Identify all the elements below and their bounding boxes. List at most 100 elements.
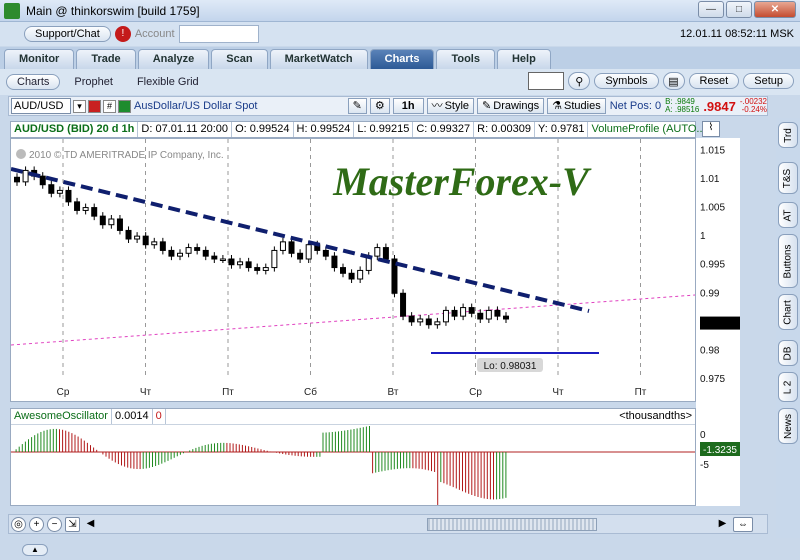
- link-icon[interactable]: ⚲: [568, 72, 591, 90]
- support-chat-button[interactable]: Support/Chat: [24, 26, 111, 42]
- sidebar-tab-label: Trd: [782, 127, 794, 143]
- studies-label: Studies: [564, 100, 601, 112]
- candle-body: [202, 249, 209, 257]
- ask-price: A: .98516: [665, 105, 700, 114]
- alert-icon[interactable]: !: [114, 26, 131, 42]
- y-tick-label: 1: [700, 231, 706, 242]
- link-square-icon[interactable]: [118, 99, 131, 113]
- tab-analyze[interactable]: Analyze: [137, 49, 210, 69]
- sidebar-tab-ts[interactable]: T&S: [778, 162, 798, 194]
- style-button[interactable]: 〰 Style: [426, 98, 475, 114]
- minimize-button[interactable]: —: [698, 1, 724, 18]
- x-tick-label: Пт: [222, 387, 234, 398]
- chart-settings-icon[interactable]: ⌇: [702, 121, 720, 137]
- settings-icon[interactable]: ⚙: [369, 98, 390, 114]
- tab-tools[interactable]: Tools: [436, 49, 495, 69]
- sidebar-tab-l2[interactable]: L 2: [778, 372, 798, 402]
- tab-charts[interactable]: Charts: [369, 49, 435, 69]
- tab-scan[interactable]: Scan: [211, 49, 268, 69]
- candle-body: [194, 247, 201, 251]
- dropdown-icon[interactable]: ▾: [73, 99, 86, 113]
- copyright-icon: [16, 149, 26, 159]
- tab-help[interactable]: Help: [496, 49, 551, 69]
- tab-monitor[interactable]: Monitor: [4, 49, 75, 69]
- candle-body: [357, 269, 364, 280]
- oscillator-value: 0.0014: [112, 409, 153, 424]
- candle-body: [159, 241, 166, 251]
- sidebar-tab-trd[interactable]: Trd: [778, 122, 798, 148]
- candle-body: [254, 267, 261, 271]
- scroll-right-icon[interactable]: ▶: [715, 517, 730, 532]
- account-label: Account: [134, 28, 175, 40]
- subtab-prophet[interactable]: Prophet: [64, 75, 123, 89]
- workspace-box[interactable]: [528, 72, 565, 90]
- candle-body: [460, 307, 467, 317]
- oscillator-units: <thousandths>: [619, 410, 692, 422]
- price-chart[interactable]: Ср Чт Пт Сб Вт Ср Чт Пт 2010 © TD AMERITRADE IP …: [10, 138, 696, 402]
- y-tick-label: 0.995: [700, 260, 725, 271]
- candle-body: [82, 207, 89, 211]
- symbol-input[interactable]: AUD/USD: [11, 98, 71, 114]
- candle-body: [442, 309, 449, 323]
- bar-low: L: 0.99215: [354, 122, 414, 137]
- drag-icon[interactable]: ⇲: [65, 517, 80, 532]
- app-icon: [4, 2, 20, 19]
- candle-body: [408, 315, 415, 323]
- tools-icon[interactable]: ✎: [347, 98, 367, 114]
- tab-marketwatch[interactable]: MarketWatch: [269, 49, 368, 69]
- sidebar-tab-chart[interactable]: Chart: [778, 294, 798, 330]
- chart-scrollbar[interactable]: [427, 518, 597, 531]
- subtab-flexible-grid[interactable]: Flexible Grid: [127, 75, 209, 89]
- osc-tick-neg: -5: [700, 460, 709, 471]
- sidebar-tab-news[interactable]: News: [778, 408, 798, 444]
- studies-button[interactable]: ⚗ Studies: [547, 98, 606, 114]
- candle-body: [279, 241, 286, 251]
- scroll-left-icon[interactable]: ◀: [83, 517, 98, 532]
- candle-body: [348, 272, 355, 280]
- sidebar-tab-db[interactable]: DB: [778, 340, 798, 366]
- hash-button[interactable]: #: [103, 99, 116, 113]
- drawings-button[interactable]: ✎ Drawings: [477, 98, 545, 114]
- candle-body: [177, 252, 183, 257]
- expand-icon[interactable]: ⇔: [733, 517, 753, 532]
- account-select[interactable]: [178, 25, 259, 43]
- zoom-out-icon[interactable]: −: [47, 517, 62, 532]
- candle-body: [99, 215, 106, 226]
- candle-body: [425, 318, 432, 326]
- osc-value-badge-text: -1.3235: [703, 445, 737, 456]
- chart-info-bar: AUD/USD (BID) 20 d 1h D: 07.01.11 20:00 …: [10, 121, 710, 138]
- sidebar-tab-label: News: [782, 413, 794, 439]
- candle-body: [65, 189, 72, 203]
- status-bar: ▲: [0, 540, 800, 560]
- symbols-button[interactable]: Symbols: [594, 73, 659, 89]
- subtab-charts[interactable]: Charts: [6, 74, 61, 90]
- flag-icon[interactable]: [88, 99, 101, 113]
- candle-body: [22, 169, 29, 183]
- x-tick-label: Пт: [635, 387, 647, 398]
- candle-body: [237, 261, 244, 266]
- maximize-button[interactable]: □: [726, 1, 752, 18]
- candle-body: [151, 241, 158, 246]
- setup-button[interactable]: Setup: [743, 73, 794, 89]
- candle-body: [39, 175, 46, 186]
- chart-toolbar: AUD/USD ▾ # AusDollar/US Dollar Spot ✎ ⚙…: [8, 96, 768, 116]
- oscillator-panel[interactable]: AwesomeOscillator 0.0014 0 <thousandths>: [10, 408, 696, 506]
- oscillator-name[interactable]: AwesomeOscillator: [11, 409, 112, 424]
- close-button[interactable]: ✕: [754, 1, 796, 18]
- zoom-fit-icon[interactable]: ◎: [11, 517, 26, 532]
- y-tick-label: 0.98: [700, 345, 720, 356]
- candle-body: [503, 315, 509, 320]
- tab-trade[interactable]: Trade: [76, 49, 136, 69]
- window-title: Main @ thinkorswim [build 1759]: [26, 3, 200, 18]
- sidebar-tab-at[interactable]: AT: [778, 202, 798, 228]
- collapse-icon[interactable]: ▲: [22, 544, 48, 556]
- style-icon: 〰: [431, 100, 443, 112]
- zoom-in-icon[interactable]: +: [29, 517, 44, 532]
- print-icon[interactable]: ▤: [662, 72, 685, 90]
- sidebar-tab-buttons[interactable]: Buttons: [778, 234, 798, 288]
- timeframe-button[interactable]: 1h: [392, 98, 424, 114]
- oscillator-svg: [11, 426, 695, 505]
- current-price-marker: [700, 316, 746, 330]
- volume-profile[interactable]: VolumeProfile (AUTO...: [588, 122, 710, 137]
- reset-button[interactable]: Reset: [688, 73, 740, 89]
